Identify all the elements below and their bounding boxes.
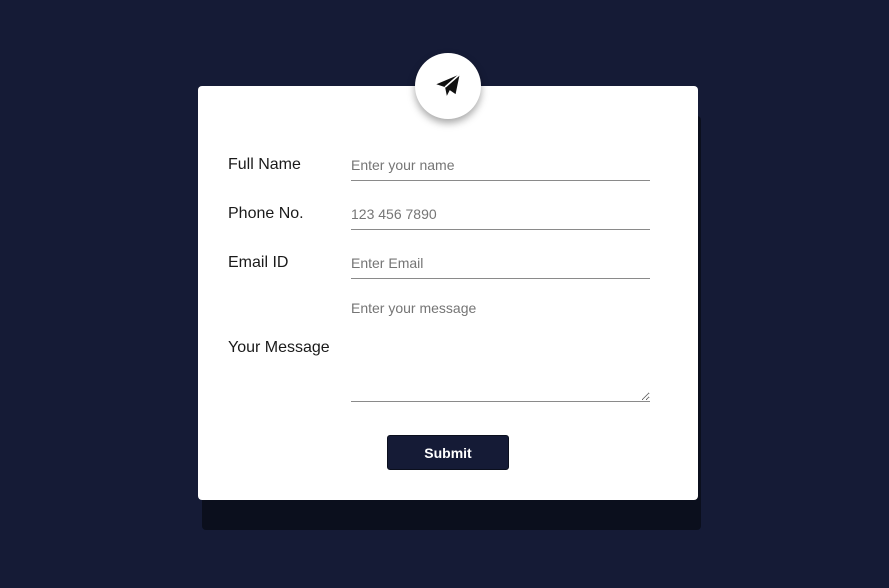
email-input[interactable] (351, 248, 650, 279)
badge (415, 53, 481, 119)
phone-input[interactable] (351, 199, 650, 230)
full-name-input[interactable] (351, 150, 650, 181)
message-textarea[interactable] (351, 300, 650, 402)
full-name-label: Full Name (228, 156, 301, 173)
message-label: Your Message (228, 339, 330, 356)
email-label: Email ID (228, 254, 289, 271)
phone-label: Phone No. (228, 205, 304, 222)
submit-button[interactable]: Submit (387, 435, 509, 470)
paper-plane-icon (436, 73, 461, 96)
contact-form-card: Full Name Phone No. Email ID Your Messag… (198, 86, 698, 500)
